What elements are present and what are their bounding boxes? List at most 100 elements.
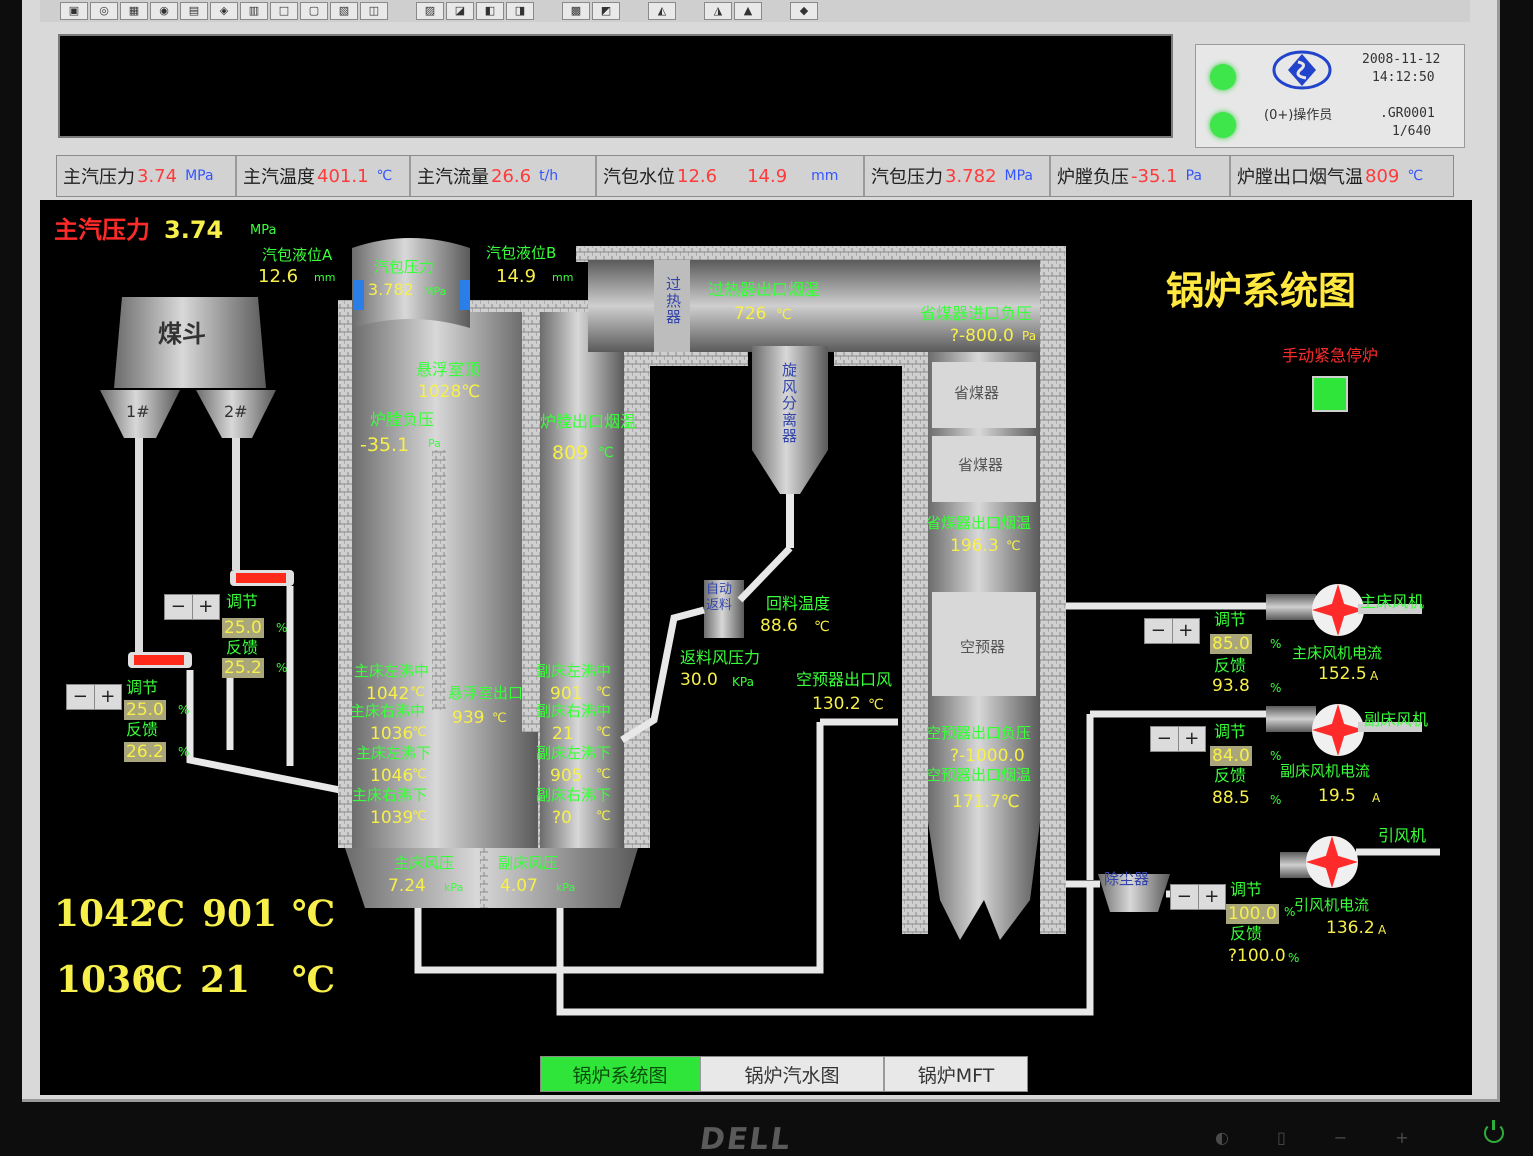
toolbar-button[interactable]: ◮ — [704, 2, 732, 20]
temp-unit: ℃ — [410, 685, 425, 700]
aux-bed-ll-label: 副床左沸下 — [536, 744, 612, 762]
tab-boiler-steam-water[interactable]: 锅炉汽水图 — [701, 1057, 885, 1091]
feeder-2-adjust-label: 调节 — [226, 592, 259, 611]
main-pressure-value: 3.74 — [164, 216, 224, 244]
emergency-stop-button[interactable] — [1312, 376, 1348, 412]
toolbar-button[interactable]: ◆ — [790, 2, 818, 20]
monitor-plus-button[interactable]: + — [1395, 1128, 1408, 1147]
aux-fan-adjust-value[interactable]: 84.0 — [1210, 746, 1252, 766]
power-icon[interactable] — [1484, 1120, 1504, 1143]
toolbar-button[interactable]: ▤ — [180, 2, 208, 20]
drum-pressure-value: 3.782 — [368, 280, 414, 299]
coal-feeder-1 — [128, 652, 192, 668]
decrease-button[interactable]: − — [165, 595, 193, 619]
param-value: 401.1 — [317, 165, 369, 187]
toolbar-button[interactable]: ◧ — [476, 2, 504, 20]
decrease-button[interactable]: − — [1145, 619, 1173, 643]
feeder-1-feedback-value: 26.2 — [124, 742, 166, 762]
increase-button[interactable]: + — [95, 685, 122, 709]
param-furnace-pressure: 炉膛负压 -35.1 Pa — [1051, 156, 1231, 196]
decrease-button[interactable]: − — [67, 685, 95, 709]
feeder-1-stepper: − + — [66, 684, 122, 710]
superheater-outlet-unit: ℃ — [776, 307, 792, 323]
toolbar-button[interactable]: ◫ — [360, 2, 388, 20]
toolbar-button[interactable]: ▲ — [734, 2, 762, 20]
main-bed-rl-value: 1039 — [370, 808, 414, 828]
toolbar: ▣ ◎ ▦ ◉ ▤ ◈ ▥ □ ▢ ▧ ◫ ▨ ◪ ◧ ◨ ▩ ◩ ◭ ◮ ▲ … — [40, 0, 1470, 22]
main-bed-rm-value: 1036 — [370, 724, 414, 744]
feeder-1-feedback-unit: % — [178, 745, 190, 759]
aux-fan-name: 副床风机 — [1364, 710, 1429, 729]
increase-button[interactable]: + — [1173, 619, 1200, 643]
toolbar-button[interactable]: ◭ — [648, 2, 676, 20]
alarm-message-area — [58, 34, 1173, 138]
param-label: 汽包水位 — [603, 167, 675, 188]
toolbar-button[interactable]: ◈ — [210, 2, 238, 20]
main-bed-air-label: 主床风压 — [394, 854, 455, 872]
toolbar-button[interactable]: ▢ — [300, 2, 328, 20]
brand-logo: DELL — [697, 1122, 795, 1156]
feeder-1-adjust-value[interactable]: 25.0 — [124, 700, 166, 720]
date-text: 2008-11-12 — [1362, 52, 1441, 67]
monitor-menu-button[interactable]: ▯ — [1277, 1128, 1286, 1147]
toolbar-button[interactable]: ▨ — [416, 2, 444, 20]
preheater-neg-label: 空预器出口负压 — [926, 724, 1032, 742]
aux-bed-air-unit: kPa — [556, 881, 576, 894]
big-temp-2: 901 — [202, 893, 278, 935]
increase-button[interactable]: + — [1199, 885, 1226, 909]
temp-unit: ℃ — [412, 725, 427, 740]
toolbar-button[interactable]: ▥ — [240, 2, 268, 20]
feeder-2-feedback-unit: % — [276, 661, 288, 675]
monitor-input-button[interactable]: ◐ — [1215, 1128, 1229, 1147]
main-fan-feedback-unit: % — [1270, 681, 1282, 695]
company-logo-icon — [1272, 50, 1332, 90]
aux-bed-rl-value: ?0 — [552, 808, 572, 828]
increase-button[interactable]: + — [193, 595, 220, 619]
toolbar-button[interactable]: ◩ — [592, 2, 620, 20]
furnace-outlet-value: 809 — [552, 442, 589, 464]
drum-level-a-value: 12.6 — [258, 266, 299, 287]
toolbar-button[interactable]: ▩ — [562, 2, 590, 20]
main-bed-rm-label: 主床右沸中 — [350, 702, 426, 720]
hopper-1-label: 1# — [126, 402, 150, 421]
superheater-outlet-value: 726 — [734, 304, 767, 324]
main-bed-rl-label: 主床右沸下 — [352, 786, 428, 804]
page-code: 1/640 — [1392, 124, 1432, 139]
toolbar-button[interactable]: ▦ — [120, 2, 148, 20]
monitor-minus-button[interactable]: − — [1334, 1128, 1347, 1147]
main-fan-name: 主床风机 — [1360, 592, 1425, 611]
aux-bed-rm-label: 副床右沸中 — [536, 702, 612, 720]
return-temp-label: 回料温度 — [766, 594, 831, 613]
toolbar-button[interactable]: □ — [270, 2, 298, 20]
main-fan-adjust-value[interactable]: 85.0 — [1210, 634, 1252, 654]
toolbar-button[interactable]: ▣ — [60, 2, 88, 20]
main-fan-feedback-label: 反馈 — [1214, 656, 1247, 675]
furnace-pressure-unit: Pa — [428, 437, 441, 450]
feeder-1-adjust-unit: % — [178, 703, 190, 717]
superheater-outlet-label: 过热器出口烟温 — [708, 280, 821, 299]
feeder-1-feedback-label: 反馈 — [126, 720, 159, 739]
toolbar-button[interactable]: ◨ — [506, 2, 534, 20]
toolbar-button[interactable]: ▧ — [330, 2, 358, 20]
aux-fan-feedback-label: 反馈 — [1214, 766, 1247, 785]
increase-button[interactable]: + — [1179, 727, 1206, 751]
hopper-2-label: 2# — [224, 402, 248, 421]
drum-level-b-value: 14.9 — [496, 266, 537, 287]
feeder-2-adjust-value[interactable]: 25.0 — [222, 618, 264, 638]
tab-boiler-mft[interactable]: 锅炉MFT — [885, 1057, 1027, 1091]
id-fan-adjust-value[interactable]: 100.0 — [1226, 904, 1279, 924]
toolbar-button[interactable]: ◉ — [150, 2, 178, 20]
feeder-1-adjust-label: 调节 — [126, 678, 159, 697]
toolbar-button[interactable]: ◎ — [90, 2, 118, 20]
temp-unit: ℃ — [596, 809, 611, 824]
tab-boiler-system[interactable]: 锅炉系统图 — [541, 1057, 701, 1091]
decrease-button[interactable]: − — [1171, 885, 1199, 909]
big-temp-1: 1042 — [54, 893, 155, 935]
id-fan-feedback-label: 反馈 — [1230, 924, 1263, 943]
temp-unit: ℃ — [596, 725, 611, 740]
param-unit: ℃ — [1407, 168, 1424, 184]
big-temp-unit: ℃ — [140, 959, 184, 1001]
decrease-button[interactable]: − — [1151, 727, 1179, 751]
toolbar-button[interactable]: ◪ — [446, 2, 474, 20]
preheater-air-label: 空预器出口风 — [796, 670, 893, 689]
